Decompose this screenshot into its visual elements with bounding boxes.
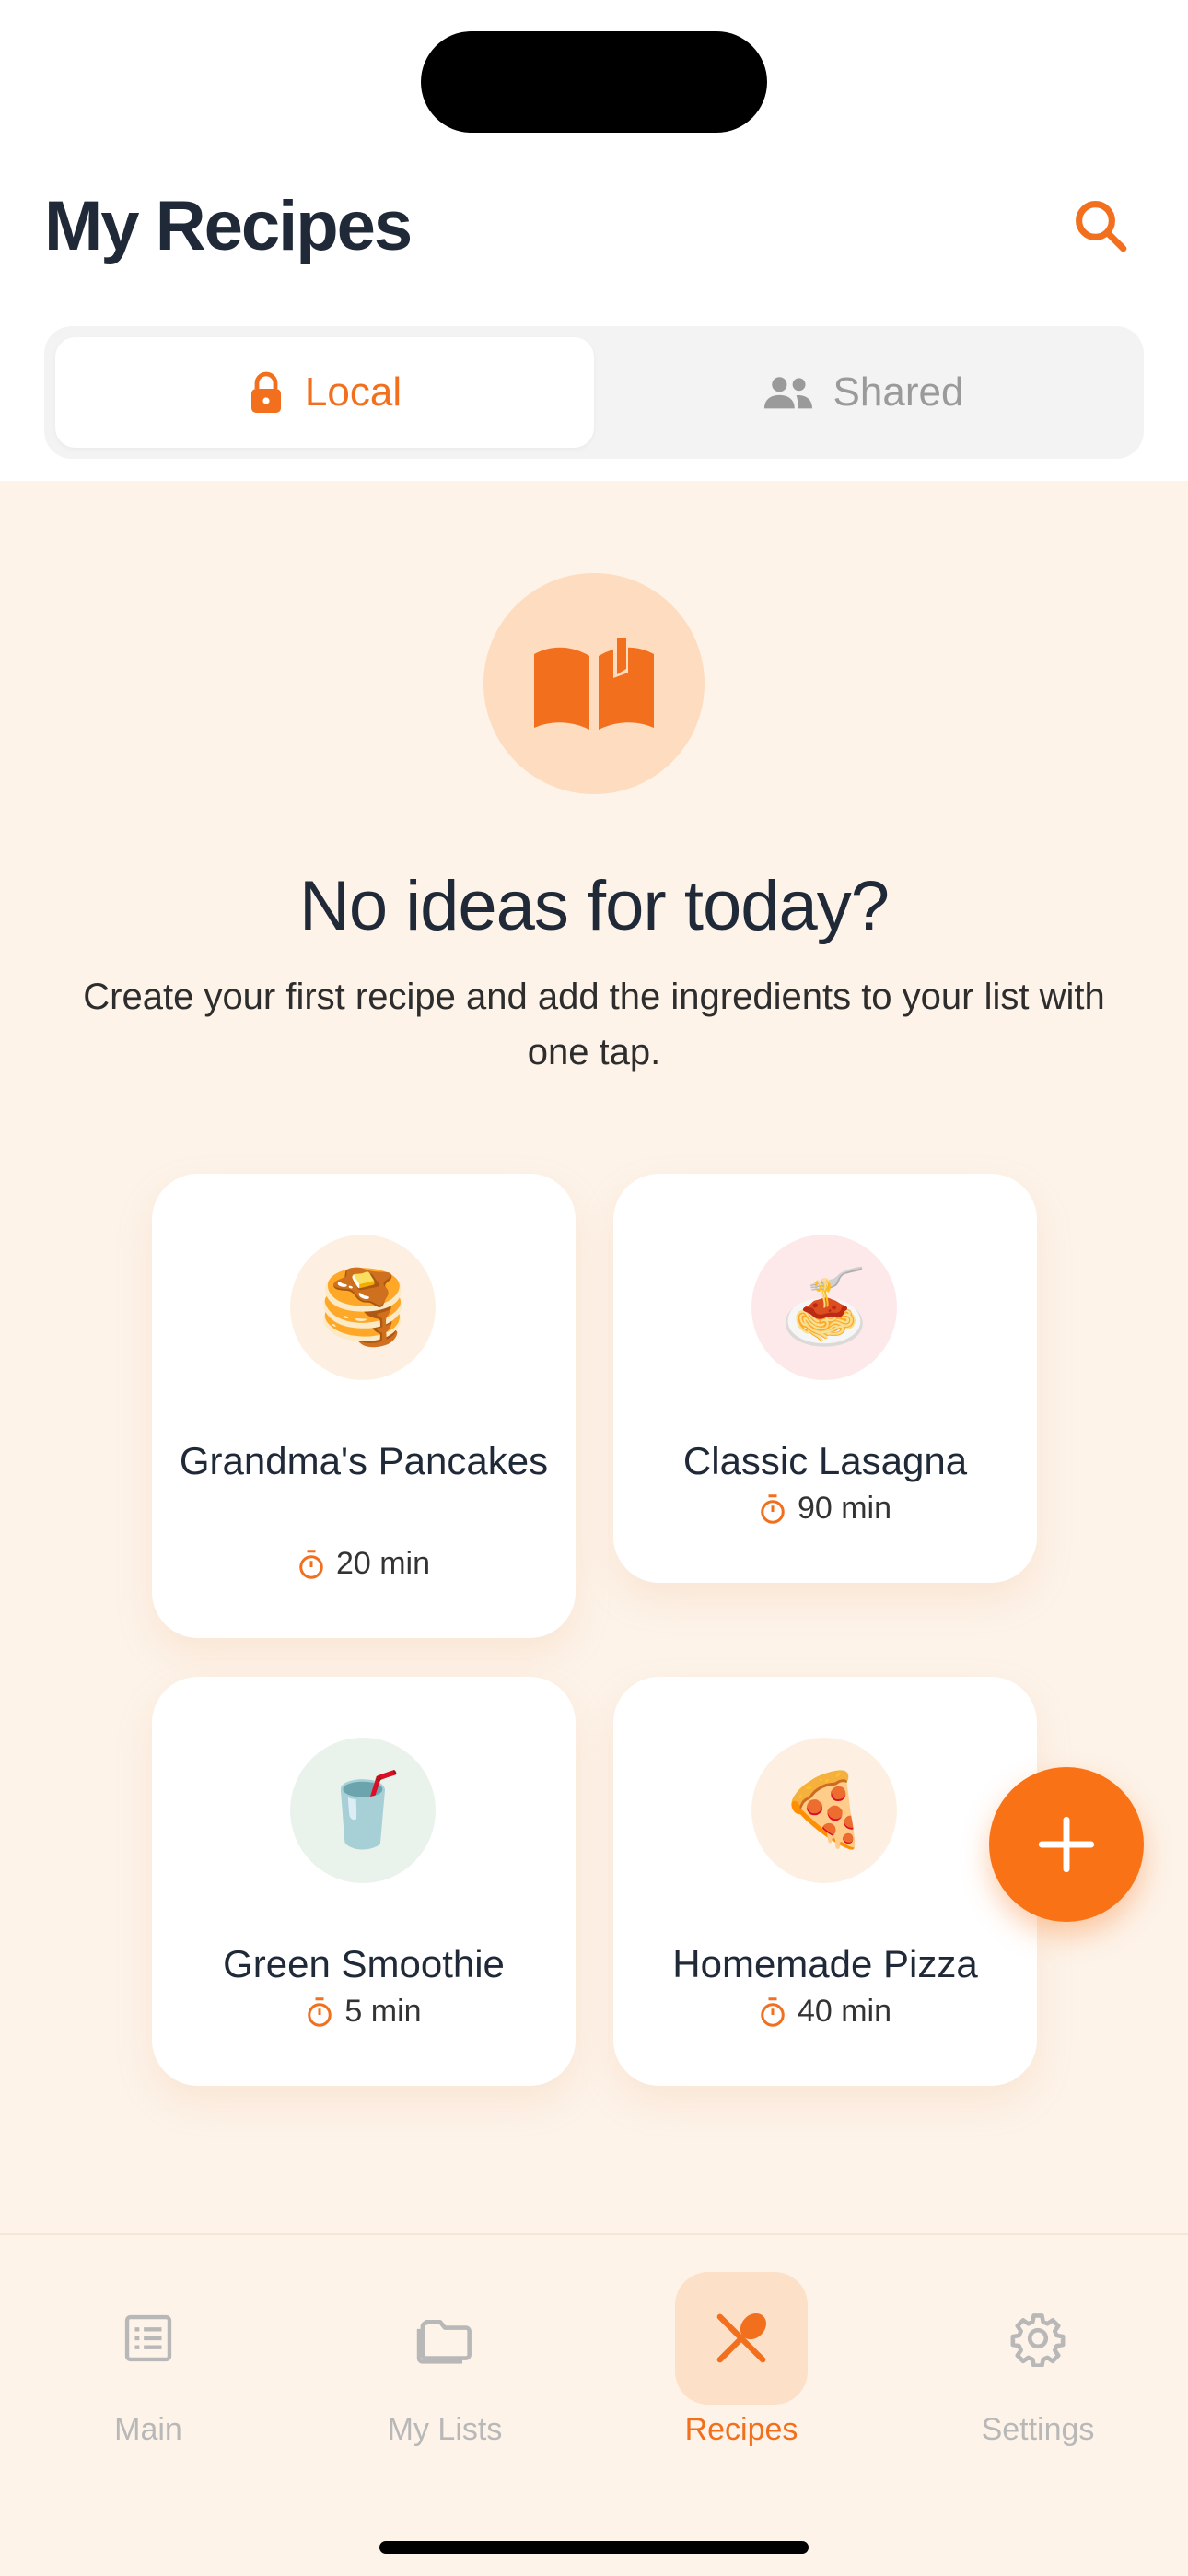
empty-state-subtitle: Create your first recipe and add the ing… xyxy=(83,977,1105,1072)
tab-main-label: Main xyxy=(114,2412,182,2447)
tab-my-lists-label: My Lists xyxy=(387,2412,503,2447)
tab-settings[interactable]: Settings xyxy=(890,2272,1186,2456)
recipe-time: 5 min xyxy=(152,1994,576,2030)
spaghetti-emoji-icon: 🍝 xyxy=(751,1235,897,1380)
timer-icon xyxy=(761,1493,785,1524)
utensils-icon xyxy=(716,2313,766,2363)
recipe-name: Grandma's Pancakes xyxy=(179,1439,549,1482)
segment-local[interactable]: Local xyxy=(55,337,594,448)
search-button[interactable] xyxy=(1059,184,1142,267)
recipe-time: 90 min xyxy=(613,1491,1037,1527)
segment-local-label: Local xyxy=(304,369,402,415)
timer-icon xyxy=(299,1549,323,1579)
segment-shared-label: Shared xyxy=(833,369,964,415)
recipe-time-label: 5 min xyxy=(344,1994,422,2029)
recipe-name: Classic Lasagna xyxy=(682,1439,968,1482)
bottom-tab-bar: Main My Lists Recipes Settings xyxy=(0,2233,1188,2576)
recipe-time-label: 20 min xyxy=(335,1546,431,1581)
recipe-time: 20 min xyxy=(152,1546,576,1582)
scope-segmented-control: Local Shared xyxy=(44,326,1144,459)
recipe-time: 40 min xyxy=(613,1994,1037,2030)
recipe-card[interactable]: 🥞 Grandma's Pancakes 20 min xyxy=(152,1174,576,1638)
empty-state-badge xyxy=(483,573,705,794)
home-indicator[interactable] xyxy=(379,2541,809,2554)
recipe-card[interactable]: 🥤 Green Smoothie 5 min xyxy=(152,1677,576,2086)
tab-settings-label: Settings xyxy=(981,2412,1095,2447)
timer-icon xyxy=(308,1996,332,2027)
gear-icon xyxy=(1010,2313,1066,2367)
recipe-name: Homemade Pizza xyxy=(672,1942,978,1985)
segment-shared[interactable]: Shared xyxy=(594,337,1133,448)
screen: My Recipes Local Shared No ideas for tod… xyxy=(0,0,1188,2576)
search-icon xyxy=(1076,201,1127,252)
timer-icon xyxy=(761,1996,785,2027)
tab-recipes-label: Recipes xyxy=(684,2412,798,2447)
list-icon xyxy=(124,2314,172,2362)
header: My Recipes xyxy=(0,166,1188,304)
dynamic-island xyxy=(421,31,767,133)
folder-icon xyxy=(416,2319,472,2364)
recipe-name: Green Smoothie xyxy=(223,1942,505,1985)
people-icon xyxy=(763,377,812,409)
recipe-time-label: 90 min xyxy=(797,1491,892,1526)
open-book-icon xyxy=(534,636,654,730)
plus-icon xyxy=(1038,1816,1095,1873)
tab-main[interactable]: Main xyxy=(0,2272,297,2456)
tab-recipes[interactable]: Recipes xyxy=(593,2272,890,2456)
recipes-content: No ideas for today? Create your first re… xyxy=(0,481,1188,2233)
cup-emoji-icon: 🥤 xyxy=(290,1738,436,1883)
pancakes-emoji-icon: 🥞 xyxy=(290,1235,436,1380)
add-recipe-button[interactable] xyxy=(989,1767,1144,1922)
tab-my-lists[interactable]: My Lists xyxy=(297,2272,593,2456)
lock-icon xyxy=(250,371,281,413)
recipe-card[interactable]: 🍝 Classic Lasagna 90 min xyxy=(613,1174,1037,1583)
pizza-emoji-icon: 🍕 xyxy=(751,1738,897,1883)
recipe-card[interactable]: 🍕 Homemade Pizza 40 min xyxy=(613,1677,1037,2086)
recipe-time-label: 40 min xyxy=(797,1994,892,2029)
empty-state-title: No ideas for today? xyxy=(298,867,890,945)
page-title: My Recipes xyxy=(44,187,413,265)
